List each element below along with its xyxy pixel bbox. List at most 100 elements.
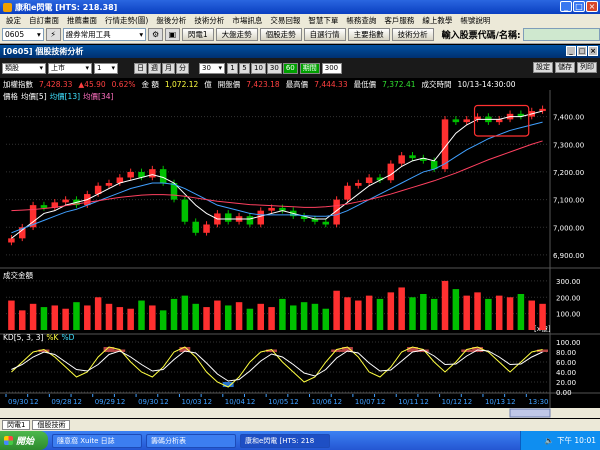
minute-select[interactable]: 30 ▾ — [199, 62, 225, 74]
volume-bar — [224, 305, 232, 330]
window-icon[interactable]: ▣ — [164, 28, 180, 41]
taskbar-item-2[interactable]: 籌碼分析表 — [146, 433, 236, 448]
menu-item-5[interactable]: 技術分析 — [190, 15, 228, 26]
stock-input[interactable] — [522, 28, 600, 41]
volume-bar — [506, 297, 514, 330]
volume-bar — [235, 302, 243, 330]
menu-item-10[interactable]: 客戶服務 — [380, 15, 418, 26]
x-tick-label: 10/07 — [355, 398, 375, 406]
price-tick-label: 7,300.00 — [553, 141, 584, 149]
volume-bar — [441, 280, 449, 330]
menu-item-8[interactable]: 智慧下單 — [304, 15, 342, 26]
chart-action-button-1[interactable]: 儲存 — [555, 62, 575, 73]
x-tick-label: 09/29 — [95, 398, 115, 406]
x-tick-label: 12 — [246, 398, 255, 406]
x-tick-label: 12 — [463, 398, 472, 406]
toolbar-button-2[interactable]: 個股走勢 — [259, 28, 302, 41]
amount-unit: 億 — [204, 80, 212, 89]
window-controls: _ □ × — [560, 1, 598, 12]
tab-lightning[interactable]: 閃電1 — [2, 420, 31, 430]
period-button-0[interactable]: 日 — [134, 62, 147, 74]
menu-item-7[interactable]: 交易回報 — [266, 15, 304, 26]
legend-ma34: 均價[34] — [83, 92, 114, 101]
legend-ma13: 均價[13] — [49, 92, 81, 101]
toolbar-button-5[interactable]: 技術分析 — [391, 28, 434, 41]
candle-body — [365, 177, 373, 183]
volume-bar — [29, 303, 37, 330]
custom-period-button[interactable]: 期間 — [299, 62, 320, 74]
quote-amount: 1,072.12 — [164, 80, 199, 89]
chart-action-button-2[interactable]: 列印 — [577, 62, 597, 73]
menu-item-2[interactable]: 推薦畫面 — [63, 15, 101, 26]
maximize-icon[interactable]: □ — [573, 1, 585, 12]
taskbar-item-1[interactable]: 隨意窩 Xuite 日誌 — [52, 433, 142, 448]
chart-action-button-0[interactable]: 設定 — [533, 62, 553, 73]
volume-tick-label: 200.00 — [556, 294, 581, 302]
tool-select[interactable]: 證券常用工具 ▾ — [62, 28, 147, 41]
settings-icon[interactable]: ⚙ — [148, 28, 163, 41]
minute-button-3[interactable]: 30 — [266, 62, 282, 74]
volume-bar — [420, 294, 427, 330]
volume-bar — [214, 300, 221, 330]
menu-bar: 設定 自訂畫面 推薦畫面 行情走勢(圖) 盤後分析 技術分析 市場訊息 交易回報 智慧下單 帳務查… — [0, 14, 600, 26]
minimize-icon[interactable]: _ — [566, 46, 576, 56]
menu-item-4[interactable]: 盤後分析 — [152, 15, 190, 26]
taskbar-item-3[interactable]: 康和e閃電 [HTS: 218 — [240, 433, 330, 448]
quote-open: 7,423.18 — [246, 80, 280, 89]
scrollbar-thumb[interactable] — [509, 408, 551, 418]
minute-button-4[interactable]: 60 — [282, 62, 298, 74]
menu-item-3[interactable]: 行情走勢(圖) — [101, 15, 152, 26]
volume-legend: 成交金額 — [3, 270, 33, 281]
candle-body — [387, 163, 395, 181]
toolbar-button-0[interactable]: 閃電1 — [181, 28, 214, 41]
quote-price: 7,428.33 — [39, 80, 73, 89]
market-select[interactable]: 上市 ▾ — [48, 62, 92, 74]
minute-button-1[interactable]: 5 — [239, 62, 250, 74]
candle-body — [40, 205, 48, 208]
volume-bar — [409, 297, 416, 330]
volume-tick-label: 100.00 — [556, 311, 581, 319]
volume-bar — [181, 295, 189, 330]
menu-item-11[interactable]: 線上教學 — [418, 15, 456, 26]
legend-k: %K — [46, 333, 59, 342]
category-select[interactable]: 類股 ▾ — [2, 62, 46, 74]
menu-item-12[interactable]: 帳號說明 — [456, 15, 494, 26]
volume-bar — [344, 297, 351, 330]
lightning-icon[interactable]: ⚡ — [45, 28, 61, 41]
menu-item-9[interactable]: 帳務查詢 — [342, 15, 380, 26]
period-button-3[interactable]: 分 — [176, 62, 189, 74]
minute-buttons: 1 5 10 30 60 — [227, 62, 298, 74]
close-icon[interactable]: × — [588, 46, 598, 56]
menu-item-6[interactable]: 市場訊息 — [228, 15, 266, 26]
technical-chart[interactable]: 7,400.00 7,300.00 7,200.00 7,100.00 7,000.00… — [0, 90, 600, 418]
speaker-icon[interactable]: 🔈 — [545, 436, 554, 445]
period-button-2[interactable]: 月 — [162, 62, 175, 74]
toolbar-buttons: 閃電1 大盤走勢 個股走勢 自選行情 主要指數 技術分析 — [181, 28, 434, 41]
close-icon[interactable]: × — [586, 1, 598, 12]
index-select[interactable]: 1 ▾ — [94, 62, 118, 74]
custom-period-input[interactable]: 300 — [321, 62, 342, 74]
price-tick-label: 6,900.00 — [553, 252, 584, 260]
volume-bar — [387, 292, 395, 330]
menu-item-0[interactable]: 設定 — [2, 15, 25, 26]
quote-pct: 0.62% — [111, 80, 136, 89]
app-window: 康和e閃電 [HTS: 218.38] _ □ × 設定 自訂畫面 推薦畫面 行情走勢… — [0, 0, 600, 450]
minute-button-0[interactable]: 1 — [227, 62, 238, 74]
menu-item-1[interactable]: 自訂畫面 — [25, 15, 63, 26]
maximize-icon[interactable]: □ — [577, 46, 587, 56]
minimize-icon[interactable]: _ — [560, 1, 572, 12]
amount-label: 金 額 — [141, 80, 159, 89]
toolbar-button-3[interactable]: 自選行情 — [303, 28, 346, 41]
volume-bar — [19, 310, 26, 330]
minute-button-2[interactable]: 10 — [251, 62, 266, 74]
toolbar-button-1[interactable]: 大盤走勢 — [215, 28, 258, 41]
period-button-1[interactable]: 週 — [148, 62, 161, 74]
candle-body — [355, 183, 362, 186]
start-button[interactable]: 開始 — [0, 431, 48, 450]
candle-body — [203, 224, 210, 233]
toolbar-button-4[interactable]: 主要指數 — [347, 28, 390, 41]
tab-tech-analysis[interactable]: 個股技術 — [32, 420, 71, 430]
category-select-value: 類股 — [5, 63, 19, 72]
code-select[interactable]: 0605 ▾ — [2, 28, 44, 41]
window-title: 康和e閃電 [HTS: 218.38] — [15, 2, 118, 12]
